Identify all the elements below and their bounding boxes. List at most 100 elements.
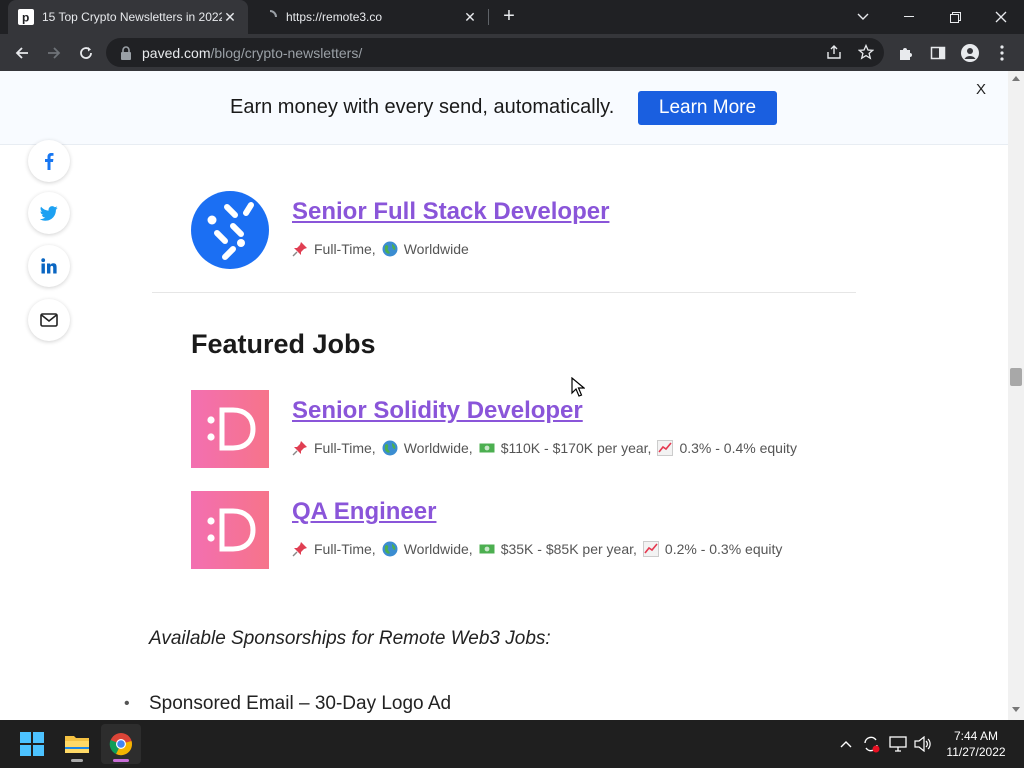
job-title-link[interactable]: Senior Full Stack Developer [292,198,609,226]
profile-button[interactable] [956,39,984,67]
network-monitor-icon [889,736,907,752]
file-explorer-button[interactable] [57,724,97,764]
reload-button[interactable] [72,39,100,67]
start-button[interactable] [12,724,52,764]
company-logo-icon [191,191,269,269]
folder-icon [65,736,89,753]
chart-increasing-icon [657,440,674,456]
job-salary: $35K - $85K per year, [500,541,637,557]
back-button[interactable] [8,39,36,67]
job-location: Worldwide, [403,440,473,456]
tab-close-icon[interactable]: ✕ [462,9,478,25]
sync-status-button[interactable] [861,734,881,754]
globe-icon [382,241,398,257]
job-location: Worldwide, [403,541,473,557]
scroll-up-arrow-icon[interactable] [1012,75,1020,81]
chrome-icon [109,733,132,756]
featured-jobs-heading: Featured Jobs [191,329,376,359]
mouse-cursor-icon [571,377,585,397]
app-running-indicator [71,759,83,762]
tab-separator [488,9,489,25]
reload-icon [80,47,92,59]
tab-title: https://remote3.co [286,10,383,24]
sponsorship-item: Sponsored Email – 30-Day Logo Ad [149,693,452,714]
paved-favicon-icon: p [18,9,34,25]
forward-arrow-icon [48,47,61,59]
scroll-down-arrow-icon[interactable] [1012,707,1020,713]
windows-logo-icon [20,732,44,756]
kebab-menu-icon [1000,45,1004,61]
side-panel-icon [930,46,946,60]
job-title-link[interactable]: QA Engineer [292,498,436,526]
url-text: paved.com/blog/crypto-newsletters/ [142,45,362,61]
page-scrollbar[interactable] [1008,71,1024,720]
scrollbar-thumb[interactable] [1010,368,1022,386]
address-bar[interactable]: paved.com/blog/crypto-newsletters/ [106,38,884,67]
chevron-up-icon [840,741,852,748]
forward-button[interactable] [40,39,68,67]
volume-button[interactable] [913,734,933,754]
share-icon [827,45,841,59]
chrome-menu-button[interactable] [988,39,1016,67]
minimize-icon [904,16,914,17]
pushpin-icon [292,542,307,557]
learn-more-button[interactable]: Learn More [638,91,777,125]
job-equity: 0.3% - 0.4% equity [679,440,797,456]
app-active-indicator [113,759,129,762]
tab-strip: p 15 Top Crypto Newsletters in 2022 ✕ ht… [0,0,1024,34]
job-salary: $110K - $170K per year, [500,440,652,456]
share-email-button[interactable] [28,299,70,341]
job-type: Full-Time, [314,440,376,456]
clock-time: 7:44 AM [953,729,999,743]
restore-button[interactable] [932,0,978,34]
pushpin-icon [292,242,307,257]
job-equity: 0.2% - 0.3% equity [664,541,783,557]
bookmark-button[interactable] [854,40,878,64]
chrome-taskbar-button[interactable] [101,724,141,764]
url-host: paved.com [142,44,211,61]
show-hidden-icons-button[interactable] [836,734,856,754]
windows-taskbar: 7:44 AM 11/27/2022 [0,720,1024,768]
network-button[interactable] [888,734,908,754]
share-linkedin-button[interactable] [28,245,70,287]
tab-remote3[interactable]: https://remote3.co ✕ [252,0,488,34]
side-panel-button[interactable] [924,39,952,67]
clock-date: 11/27/2022 [946,745,1006,759]
minimize-button[interactable] [886,0,932,34]
job-meta: Full-Time, Worldwide [292,241,469,257]
section-divider [152,292,856,293]
banner-close-button[interactable]: X [976,81,986,98]
system-clock[interactable]: 7:44 AM 11/27/2022 [938,728,1014,760]
url-path: /blog/crypto-newsletters/ [210,44,363,61]
job-type: Full-Time, [314,241,376,257]
company-logo-icon [191,491,269,569]
tab-close-icon[interactable]: ✕ [222,9,238,25]
share-twitter-button[interactable] [28,192,70,234]
tab-crypto-newsletters[interactable]: p 15 Top Crypto Newsletters in 2022 ✕ [8,0,248,34]
share-page-button[interactable] [822,40,846,64]
share-facebook-button[interactable] [28,140,70,182]
pushpin-icon [292,441,307,456]
globe-icon [382,440,398,456]
email-icon [40,313,58,327]
browser-toolbar: paved.com/blog/crypto-newsletters/ [0,34,1024,71]
close-window-button[interactable] [978,0,1024,34]
profile-avatar-icon [961,44,979,62]
job-meta: Full-Time, Worldwide, $35K - $85K per ye… [292,541,782,557]
sync-icon [864,736,880,753]
job-title-link[interactable]: Senior Solidity Developer [292,397,583,425]
bullet-marker: • [124,695,130,712]
job-location: Worldwide [403,241,469,257]
job-type: Full-Time, [314,541,376,557]
tab-search-button[interactable] [840,0,886,34]
extensions-button[interactable] [892,39,920,67]
speaker-icon [914,736,931,752]
money-icon [479,443,495,453]
chevron-down-icon [857,13,869,20]
svg-text:p: p [22,11,29,25]
new-tab-button[interactable]: + [498,5,520,27]
loading-spinner-icon [269,10,277,18]
puzzle-icon [900,48,912,60]
banner-text: Earn money with every send, automaticall… [230,96,615,118]
money-icon [479,544,495,554]
